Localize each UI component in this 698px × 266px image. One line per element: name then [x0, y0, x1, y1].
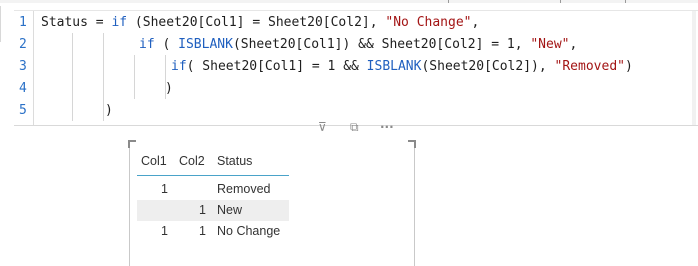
cell-status: No Change — [217, 224, 281, 238]
column-header-col1[interactable]: Col1 — [141, 152, 167, 170]
code-line[interactable]: Status = if (Sheet20[Col1] = Sheet20[Col… — [41, 13, 479, 33]
cell-col1: 1 — [161, 182, 168, 196]
top-strip — [0, 0, 698, 3]
indent-guide — [134, 55, 135, 99]
table-row[interactable]: 1 Removed — [137, 179, 289, 200]
code-token: (Sheet20[Col1] = Sheet20[Col2], — [127, 15, 386, 30]
more-options-icon[interactable]: ··· — [380, 121, 394, 133]
table-row[interactable]: 1 1 No Change — [137, 221, 289, 242]
line-number: 5 — [19, 103, 27, 118]
function-keyword: if — [111, 15, 128, 30]
column-header-col2[interactable]: Col2 — [179, 152, 205, 170]
code-token: , — [471, 15, 480, 30]
table-visual[interactable]: Col1 Col2 Status 1 Removed 1 New 1 1 No … — [128, 140, 416, 266]
cell-col1 — [137, 200, 168, 221]
function-keyword: if — [171, 59, 187, 74]
top-tick — [560, 0, 561, 3]
cell-status: Removed — [217, 182, 271, 196]
code-line[interactable]: ) — [105, 101, 113, 121]
string-literal: "No Change" — [385, 15, 472, 30]
code-token: ( Sheet20[Col1] = 1 && — [186, 59, 367, 74]
selection-corner — [128, 140, 136, 148]
string-literal: "Removed" — [554, 59, 625, 74]
code-token: ( — [154, 37, 179, 52]
code-token: ) — [105, 103, 113, 118]
filter-icon[interactable]: ⊽ — [318, 121, 327, 133]
table-header: Col1 Col2 Status — [137, 149, 289, 176]
code-line[interactable]: if ( ISBLANK(Sheet20[Col1]) && Sheet20[C… — [139, 35, 577, 55]
line-number: 1 — [19, 15, 27, 30]
selection-corner — [408, 140, 416, 148]
cell-col1: 1 — [161, 224, 168, 238]
indent-guide — [103, 33, 104, 121]
data-table: Col1 Col2 Status 1 Removed 1 New 1 1 No … — [137, 149, 289, 242]
function-keyword: ISBLANK — [366, 59, 422, 74]
cell-status: New — [217, 203, 243, 217]
code-token: ) — [165, 81, 173, 96]
line-number: 4 — [19, 81, 27, 96]
code-token: ) — [624, 59, 633, 74]
column-header-status[interactable]: Status — [217, 152, 252, 170]
indent-guide — [72, 33, 73, 121]
formula-editor[interactable]: 1 2 3 4 5 Status = if (Sheet20[Col1] = S… — [14, 10, 698, 126]
code-line[interactable]: ) — [165, 79, 173, 99]
line-number: 3 — [19, 59, 27, 74]
function-keyword: if — [139, 37, 155, 52]
code-token: (Sheet20[Col2]), — [421, 59, 555, 74]
code-token: , — [569, 37, 578, 52]
cell-col2: 1 — [199, 203, 206, 217]
line-number-gutter: 1 2 3 4 5 — [14, 11, 34, 125]
code-token: (Sheet20[Col1]) && Sheet20[Col2] = 1, — [232, 37, 531, 52]
function-keyword: ISBLANK — [178, 37, 233, 52]
code-line[interactable]: if( Sheet20[Col1] = 1 && ISBLANK(Sheet20… — [171, 57, 633, 77]
table-row[interactable]: 1 New — [137, 200, 289, 221]
string-literal: "New" — [530, 37, 570, 52]
cell-col2: 1 — [199, 224, 206, 238]
left-panel-edge — [0, 6, 11, 42]
editor-scrollbar[interactable] — [692, 11, 696, 125]
code-token: Status = — [41, 15, 112, 30]
line-number: 2 — [19, 37, 27, 52]
top-tick — [625, 0, 626, 3]
top-tick — [448, 0, 449, 3]
focus-mode-icon[interactable]: ⧉ — [350, 121, 359, 133]
cell-col2 — [175, 179, 206, 200]
